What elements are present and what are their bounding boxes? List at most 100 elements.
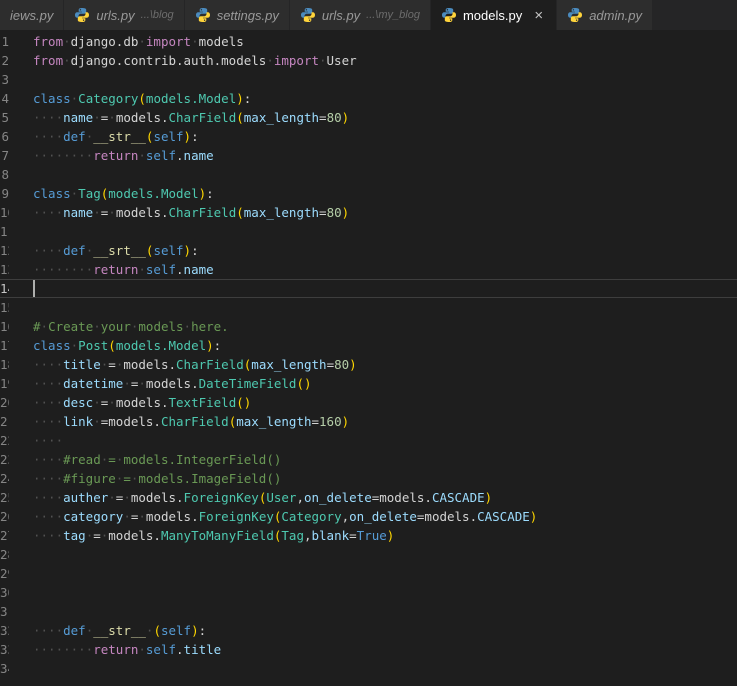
code-line-text: ····def·__str__(self): — [33, 129, 199, 144]
line-number: 7 — [1, 148, 9, 163]
code-line[interactable]: 5 ····name·=·models.CharField(max_length=… — [0, 108, 737, 127]
code-line[interactable]: 34 — [0, 659, 737, 678]
line-number: 12 — [0, 243, 9, 258]
code-line-text: ····#figure·=·models.ImageField() — [33, 471, 282, 486]
code-line-text: ····link·=models.CharField(max_length=16… — [33, 414, 350, 429]
line-number: 1 — [1, 34, 9, 49]
code-line[interactable]: 13 ········return·self.name — [0, 260, 737, 279]
line-number: 19 — [0, 376, 9, 391]
code-line-text: from·django.contrib.auth.models·import·U… — [33, 53, 357, 68]
code-line[interactable]: 8 — [0, 165, 737, 184]
line-number: 24 — [0, 471, 9, 486]
tab-label: settings.py — [216, 7, 279, 23]
tab-settings.py[interactable]: settings.py — [184, 0, 290, 30]
code-line[interactable]: 30 — [0, 583, 737, 602]
code-line[interactable]: 32 ····def·__str__·(self): — [0, 621, 737, 640]
code-line-text: ····category·=·models.ForeignKey(Categor… — [33, 509, 538, 524]
code-line[interactable]: 28 — [0, 545, 737, 564]
code-line[interactable]: 7 ········return·self.name — [0, 146, 737, 165]
tab-iews.py[interactable]: iews.py — [0, 0, 65, 30]
tab-urls.py[interactable]: urls.py ...\my_blog — [289, 0, 431, 30]
code-line[interactable]: 16 #·Create·your·models·here. — [0, 317, 737, 336]
code-line[interactable]: 15 — [0, 298, 737, 317]
tab-label: iews.py — [10, 7, 54, 23]
code-line[interactable]: 31 — [0, 602, 737, 621]
line-number: 33 — [0, 642, 9, 657]
tab-label: urls.py — [96, 7, 135, 23]
code-line[interactable]: 19 ····datetime·=·models.DateTimeField() — [0, 374, 737, 393]
code-line-text: ····def·__srt__(self): — [33, 243, 199, 258]
line-number: 16 — [0, 319, 9, 334]
line-number: 11 — [0, 224, 9, 239]
code-line[interactable]: 26 ····category·=·models.ForeignKey(Categ… — [0, 507, 737, 526]
line-number: 8 — [1, 167, 9, 182]
line-number: 28 — [0, 547, 9, 562]
code-line[interactable]: 17 class·Post(models.Model): — [0, 336, 737, 355]
tab-models.py[interactable]: models.py × — [430, 0, 558, 30]
code-line-text: ···· — [33, 433, 64, 448]
code-line[interactable]: 11 — [0, 222, 737, 241]
close-icon[interactable]: × — [531, 8, 546, 23]
code-line[interactable]: 20 ····desc·=·models.TextField() — [0, 393, 737, 412]
code-line-text: ········return·self.title — [33, 642, 222, 657]
tab-urls.py[interactable]: urls.py ...\blog — [64, 0, 185, 30]
code-line[interactable]: 14 — [0, 279, 737, 298]
code-line[interactable]: 2 from·django.contrib.auth.models·import·… — [0, 51, 737, 70]
text-cursor — [33, 280, 35, 297]
code-line-text: ····auther·=·models.ForeignKey(User,on_d… — [33, 490, 493, 505]
line-number: 14 — [0, 281, 9, 296]
code-line[interactable]: 10 ····name·=·models.CharField(max_length… — [0, 203, 737, 222]
line-number: 34 — [0, 661, 9, 676]
code-line-text: #·Create·your·models·here. — [33, 319, 229, 334]
code-line-text: ········return·self.name — [33, 262, 214, 277]
line-number: 9 — [1, 186, 9, 201]
code-line[interactable]: 1 from·django.db·import·models — [0, 32, 737, 51]
tab-admin.py[interactable]: admin.py — [557, 0, 653, 30]
code-line[interactable]: 3 — [0, 70, 737, 89]
line-number: 23 — [0, 452, 9, 467]
python-icon — [74, 7, 90, 23]
line-number: 29 — [0, 566, 9, 581]
line-number: 10 — [0, 205, 9, 220]
code-line[interactable]: 4 class·Category(models.Model): — [0, 89, 737, 108]
line-number: 4 — [1, 91, 9, 106]
line-number: 32 — [0, 623, 9, 638]
code-line[interactable]: 23 ····#read·=·models.IntegerField() — [0, 450, 737, 469]
code-line[interactable]: 25 ····auther·=·models.ForeignKey(User,on… — [0, 488, 737, 507]
line-number: 2 — [1, 53, 9, 68]
code-line-text: ····title·=·models.CharField(max_length=… — [33, 357, 357, 372]
code-line[interactable]: 6 ····def·__str__(self): — [0, 127, 737, 146]
code-line[interactable]: 24 ····#figure·=·models.ImageField() — [0, 469, 737, 488]
code-line[interactable]: 22 ···· — [0, 431, 737, 450]
tab-label: admin.py — [589, 7, 642, 23]
code-line[interactable]: 33 ········return·self.title — [0, 640, 737, 659]
line-number: 15 — [0, 300, 9, 315]
python-icon — [195, 7, 211, 23]
code-line[interactable]: 21 ····link·=models.CharField(max_length=… — [0, 412, 737, 431]
line-number: 13 — [0, 262, 9, 277]
code-line-text: ········return·self.name — [33, 148, 214, 163]
line-number: 20 — [0, 395, 9, 410]
code-line[interactable]: 27 ····tag·=·models.ManyToManyField(Tag,b… — [0, 526, 737, 545]
code-editor[interactable]: 1 from·django.db·import·models 2 from·djang… — [0, 30, 737, 678]
code-line-text: from·django.db·import·models — [33, 34, 244, 49]
code-line-text: ····desc·=·models.TextField() — [33, 395, 252, 410]
code-line[interactable]: 12 ····def·__srt__(self): — [0, 241, 737, 260]
code-line-text: ····tag·=·models.ManyToManyField(Tag,bla… — [33, 528, 395, 543]
code-line-text: class·Tag(models.Model): — [33, 186, 214, 201]
code-line[interactable]: 18 ····title·=·models.CharField(max_lengt… — [0, 355, 737, 374]
line-number: 26 — [0, 509, 9, 524]
line-number: 21 — [0, 414, 9, 429]
code-line-text: class·Category(models.Model): — [33, 91, 252, 106]
python-icon — [300, 7, 316, 23]
line-number: 6 — [1, 129, 9, 144]
code-line[interactable]: 29 — [0, 564, 737, 583]
code-line[interactable]: 9 class·Tag(models.Model): — [0, 184, 737, 203]
line-number: 27 — [0, 528, 9, 543]
